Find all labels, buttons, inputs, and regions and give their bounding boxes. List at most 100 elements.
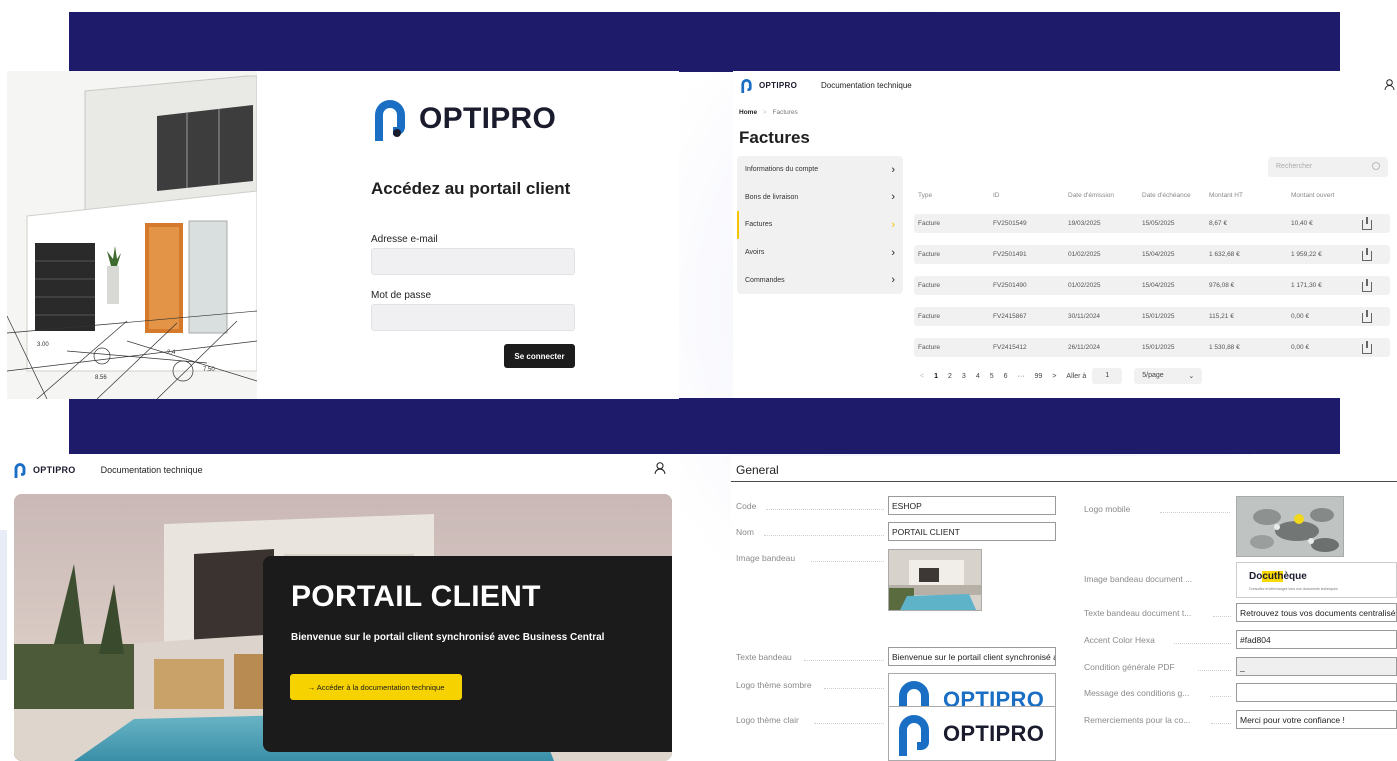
field-label: Message des conditions g... (1084, 688, 1190, 698)
table-row[interactable]: Facture FV2501490 01/02/2025 15/04/2025 … (914, 276, 1390, 295)
remerciements-input[interactable]: Merci pour votre confiance ! (1236, 710, 1397, 729)
login-button[interactable]: Se connecter (504, 344, 575, 368)
image-bandeau-document-preview[interactable]: Docuthèque Consultez et téléchargez tous… (1236, 562, 1397, 598)
field-condition-pdf: Condition générale PDF _ (1084, 657, 1397, 677)
sidebar-item-invoices[interactable]: Factures › (737, 211, 903, 239)
download-icon[interactable] (1362, 279, 1372, 292)
breadcrumb: Home > Factures (739, 109, 798, 116)
field-label: Nom (736, 527, 754, 537)
login-title: Accédez au portail client (371, 179, 571, 198)
field-label: Code (736, 501, 757, 511)
table-row[interactable]: Facture FV2415412 26/11/2024 15/01/2025 … (914, 338, 1390, 357)
pagination-prev[interactable]: < (920, 373, 924, 380)
field-nom: Nom PORTAIL CLIENT (736, 522, 1056, 542)
chevron-right-icon: › (891, 191, 895, 204)
field-label: Logo thème clair (736, 715, 799, 725)
logo-mobile-preview[interactable] (1236, 496, 1344, 557)
cell-id: FV2501491 (993, 251, 1027, 258)
chevron-right-icon: › (891, 163, 895, 176)
code-input[interactable]: ESHOP (888, 496, 1056, 515)
optipro-logo-icon[interactable] (13, 462, 27, 478)
doc-brand-wordmark: Docuthèque (1249, 571, 1307, 582)
cell-issue-date: 30/11/2024 (1068, 313, 1101, 320)
nav-documentation-link[interactable]: Documentation technique (821, 81, 912, 90)
pagination-page-5[interactable]: 5 (990, 373, 994, 380)
download-icon[interactable] (1362, 217, 1372, 230)
pagination-page-99[interactable]: 99 (1035, 373, 1043, 380)
goto-page-input[interactable]: 1 (1092, 368, 1123, 384)
field-label: Condition générale PDF (1084, 662, 1175, 672)
brand-name: OPTIPRO (759, 81, 798, 90)
sidebar-item-label: Bons de livraison (745, 193, 799, 201)
search-input[interactable]: Rechercher (1268, 157, 1388, 177)
user-icon[interactable] (654, 462, 666, 475)
download-icon[interactable] (1362, 310, 1372, 323)
search-placeholder: Rechercher (1276, 163, 1313, 170)
sidebar-item-delivery-notes[interactable]: Bons de livraison › (737, 184, 903, 212)
field-label: Logo thème sombre (736, 680, 812, 690)
hero-subtitle: Bienvenue sur le portail client synchron… (291, 632, 605, 643)
cell-issue-date: 19/03/2025 (1068, 220, 1101, 227)
architecture-illustration: 3.00 2.4 8.56 7.50 (7, 71, 257, 399)
documentation-cta-button[interactable]: → Accéder à la documentation technique (290, 674, 462, 700)
cell-open-amount: 0,00 € (1291, 313, 1310, 320)
password-label: Mot de passe (371, 290, 432, 301)
login-brand-logo: OPTIPRO (371, 97, 556, 141)
doc-brand-part: èque (1283, 571, 1307, 582)
breadcrumb-home[interactable]: Home (739, 109, 757, 116)
user-icon[interactable] (1384, 79, 1395, 91)
table-row[interactable]: Facture FV2501491 01/02/2025 15/04/2025 … (914, 245, 1390, 264)
pagination-page-4[interactable]: 4 (976, 373, 980, 380)
column-header-type: Type (918, 192, 933, 199)
optipro-logo-icon (741, 79, 752, 93)
field-label: Remerciements pour la co... (1084, 715, 1191, 725)
nav-documentation-link[interactable]: Documentation technique (101, 465, 203, 475)
table-row[interactable]: Facture FV2501549 19/03/2025 15/05/2025 … (914, 214, 1390, 233)
password-input[interactable] (371, 304, 575, 331)
cell-due-date: 15/04/2025 (1142, 251, 1175, 258)
pagination-page-3[interactable]: 3 (962, 373, 966, 380)
table-row[interactable]: Facture FV2415867 30/11/2024 15/01/2025 … (914, 307, 1390, 326)
sidebar-item-credit-notes[interactable]: Avoirs › (737, 239, 903, 267)
field-label: Accent Color Hexa (1084, 635, 1155, 645)
pagination-page-6[interactable]: 6 (1004, 373, 1008, 380)
pagination-page-1[interactable]: 1 (934, 373, 938, 380)
column-header-due-date: Date d'échéance (1142, 192, 1191, 199)
logo-light-preview[interactable]: OPTIPRO (888, 706, 1056, 761)
nom-input[interactable]: PORTAIL CLIENT (888, 522, 1056, 541)
texte-bandeau-input[interactable]: Bienvenue sur le portail client synchron… (888, 647, 1056, 666)
svg-text:2.4: 2.4 (167, 350, 176, 356)
texte-bandeau-document-input[interactable]: Retrouvez tous vos documents centralisés (1236, 603, 1397, 622)
pagination-next[interactable]: > (1052, 373, 1056, 380)
field-texte-bandeau: Texte bandeau Bienvenue sur le portail c… (736, 647, 1056, 667)
sidebar-item-account-info[interactable]: Informations du compte › (737, 156, 903, 184)
condition-pdf-input[interactable]: _ (1236, 657, 1397, 676)
cell-open-amount: 0,00 € (1291, 344, 1310, 351)
pagination-page-2[interactable]: 2 (948, 373, 952, 380)
label-leader (1211, 723, 1231, 724)
column-header-open-amount: Montant ouvert (1291, 192, 1335, 199)
login-screen: 3.00 2.4 8.56 7.50 OPTIPRO Accédez au po… (7, 71, 679, 399)
chevron-right-icon: › (891, 218, 895, 231)
optipro-logo-icon (375, 100, 405, 141)
chevron-right-icon: › (891, 246, 895, 259)
section-divider (731, 481, 1397, 482)
image-bandeau-preview[interactable] (888, 549, 982, 611)
pagination-ellipsis[interactable]: ··· (1018, 373, 1025, 380)
sidebar-item-orders[interactable]: Commandes › (737, 266, 903, 294)
brand-logo[interactable]: OPTIPRO (740, 78, 797, 93)
accent-color-input[interactable]: #fad804 (1236, 630, 1397, 649)
search-icon (1372, 162, 1380, 170)
download-icon[interactable] (1362, 341, 1372, 354)
field-label: Texte bandeau (736, 652, 792, 662)
email-input[interactable] (371, 248, 575, 275)
field-label: Logo mobile (1084, 504, 1131, 514)
field-label: Texte bandeau document t... (1084, 608, 1192, 618)
invoices-screen: OPTIPRO Documentation technique Home > F… (733, 71, 1397, 398)
page-size-select[interactable]: 5/page ⌄ (1134, 368, 1203, 384)
download-icon[interactable] (1362, 248, 1372, 261)
sidebar-item-label: Avoirs (745, 249, 765, 257)
label-leader (811, 561, 884, 562)
cell-amount-ht: 1 632,68 € (1209, 251, 1240, 258)
message-conditions-input[interactable] (1236, 683, 1397, 702)
